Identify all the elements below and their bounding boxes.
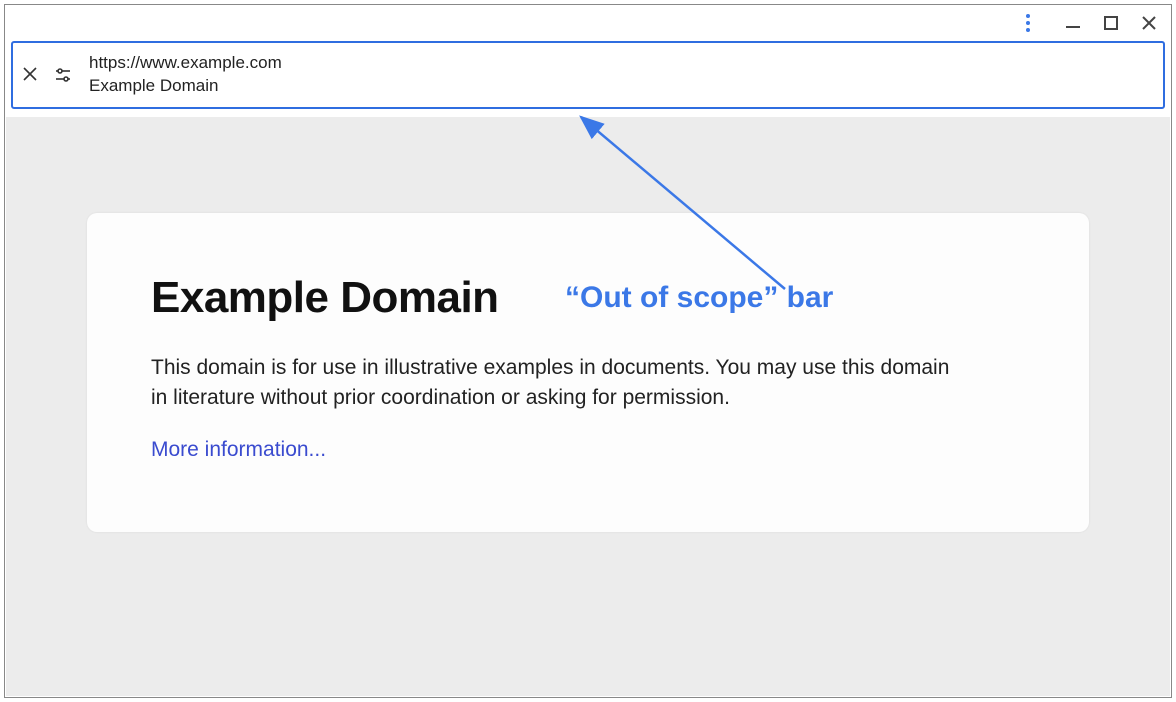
maximize-icon[interactable] [1101,13,1121,33]
address-bar[interactable]: https://www.example.com Example Domain [11,41,1165,109]
browser-window: https://www.example.com Example Domain E… [4,4,1172,698]
tune-icon[interactable] [53,65,73,85]
close-tab-icon[interactable] [23,65,37,86]
minimize-icon[interactable] [1063,13,1083,33]
content-card: Example Domain This domain is for use in… [87,213,1089,532]
page-body: This domain is for use in illustrative e… [151,353,951,414]
more-info-link[interactable]: More information... [151,438,326,461]
more-vertical-icon[interactable] [1021,14,1035,32]
window-titlebar [5,5,1171,41]
address-text[interactable]: https://www.example.com Example Domain [89,52,282,98]
close-window-icon[interactable] [1139,13,1159,33]
page-content-area: Example Domain This domain is for use in… [6,117,1170,696]
address-url[interactable]: https://www.example.com [89,52,282,75]
annotation-label: “Out of scope” bar [565,281,833,315]
address-title[interactable]: Example Domain [89,75,282,98]
